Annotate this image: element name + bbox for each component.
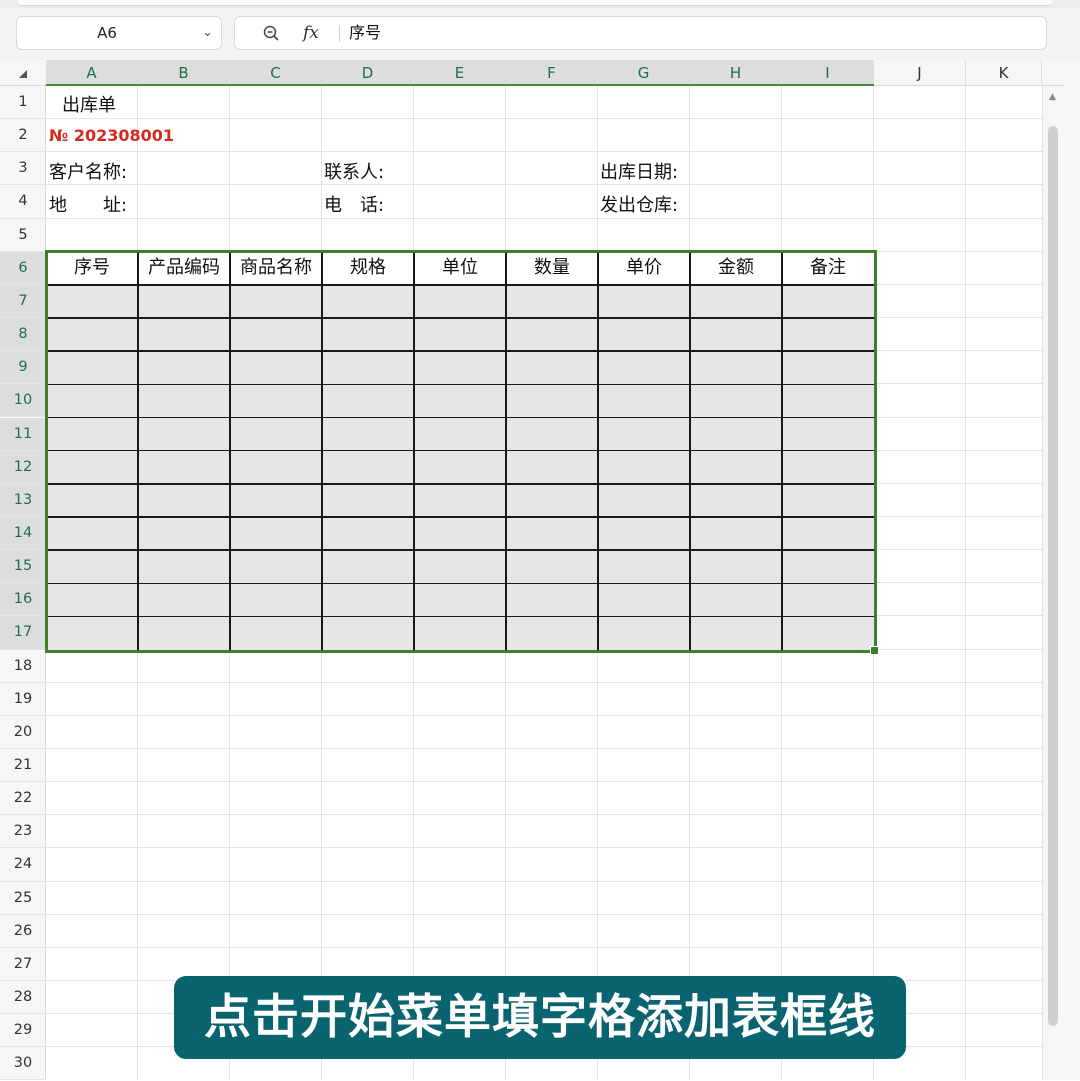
row-header-24[interactable]: 24 bbox=[0, 848, 46, 882]
grid-row-line bbox=[46, 913, 1042, 915]
column-header-i[interactable]: I bbox=[782, 60, 874, 86]
row-header-21[interactable]: 21 bbox=[0, 749, 46, 783]
scrollbar-thumb[interactable] bbox=[1048, 126, 1058, 1026]
row-header-5[interactable]: 5 bbox=[0, 219, 46, 252]
row-header-17[interactable]: 17 bbox=[0, 616, 46, 650]
column-header-d[interactable]: D bbox=[322, 60, 414, 86]
row-header-4[interactable]: 4 bbox=[0, 185, 46, 219]
column-header-g[interactable]: G bbox=[598, 60, 690, 86]
row-header-30[interactable]: 30 bbox=[0, 1047, 46, 1081]
formula-bar: A6 ⌄ fx 序号 bbox=[0, 8, 1080, 60]
grid-row-line bbox=[46, 814, 1042, 816]
row-header-25[interactable]: 25 bbox=[0, 882, 46, 915]
grid-row-line bbox=[46, 880, 1042, 882]
row-header-16[interactable]: 16 bbox=[0, 583, 46, 617]
row-header-15[interactable]: 15 bbox=[0, 550, 46, 584]
row-header-12[interactable]: 12 bbox=[0, 450, 46, 484]
grid-row-line bbox=[46, 151, 1042, 153]
grid-row-line bbox=[46, 217, 1042, 219]
cell-contact[interactable]: 联系人: bbox=[324, 158, 384, 184]
formula-input-box[interactable]: fx 序号 bbox=[234, 16, 1047, 50]
grid-row-line bbox=[46, 781, 1042, 783]
row-header-27[interactable]: 27 bbox=[0, 948, 46, 982]
grid-row-line bbox=[46, 946, 1042, 948]
grid-row-line bbox=[46, 714, 1042, 716]
row-header-20[interactable]: 20 bbox=[0, 716, 46, 749]
row-header-26[interactable]: 26 bbox=[0, 915, 46, 948]
row-header-13[interactable]: 13 bbox=[0, 483, 46, 517]
name-box[interactable]: A6 ⌄ bbox=[16, 16, 222, 50]
grid-row-line bbox=[46, 748, 1042, 749]
grid-row-line bbox=[46, 118, 1042, 120]
formula-content[interactable]: 序号 bbox=[349, 17, 381, 49]
row-header-1[interactable]: 1 bbox=[0, 86, 46, 120]
zoom-out-icon[interactable] bbox=[263, 25, 279, 41]
row-header-2[interactable]: 2 bbox=[0, 119, 46, 153]
grid-row-line bbox=[46, 681, 1042, 683]
row-header-7[interactable]: 7 bbox=[0, 284, 46, 319]
column-header-j[interactable]: J bbox=[874, 60, 966, 86]
name-box-value: A6 bbox=[97, 24, 117, 42]
row-header-29[interactable]: 29 bbox=[0, 1014, 46, 1048]
fill-handle[interactable] bbox=[870, 646, 879, 655]
row-header-6[interactable]: 6 bbox=[0, 251, 46, 285]
window-top-edge bbox=[0, 0, 1080, 8]
row-header-10[interactable]: 10 bbox=[0, 384, 46, 418]
row-header-9[interactable]: 9 bbox=[0, 351, 46, 385]
scroll-up-icon[interactable]: ▲ bbox=[1049, 92, 1056, 102]
cell-phone[interactable]: 电 话: bbox=[324, 191, 384, 217]
cell-ship-date[interactable]: 出库日期: bbox=[600, 158, 678, 184]
column-header-f[interactable]: F bbox=[506, 60, 598, 86]
row-header-11[interactable]: 11 bbox=[0, 417, 46, 451]
cell-title[interactable]: 出库单 bbox=[62, 91, 116, 117]
row-header-19[interactable]: 19 bbox=[0, 683, 46, 716]
selection-frame bbox=[45, 250, 877, 653]
shipment-table[interactable]: 序号 产品编码 商品名称 规格 单位 数量 单价 金额 备注 bbox=[45, 250, 877, 653]
cell-address[interactable]: 地 址: bbox=[49, 191, 127, 217]
column-header-a[interactable]: A bbox=[46, 60, 138, 86]
chevron-down-icon[interactable]: ⌄ bbox=[202, 17, 213, 49]
grid-row-line bbox=[46, 847, 1042, 849]
row-header-14[interactable]: 14 bbox=[0, 516, 46, 551]
formula-separator bbox=[339, 25, 340, 42]
row-header-18[interactable]: 18 bbox=[0, 650, 46, 683]
column-header-c[interactable]: C bbox=[230, 60, 322, 86]
video-caption: 点击开始菜单填字格添加表框线 bbox=[174, 976, 906, 1059]
row-header-8[interactable]: 8 bbox=[0, 318, 46, 352]
right-margin bbox=[1064, 60, 1080, 1080]
row-header-3[interactable]: 3 bbox=[0, 152, 46, 186]
vertical-scrollbar[interactable]: ▲ bbox=[1042, 86, 1064, 1080]
row-header-28[interactable]: 28 bbox=[0, 981, 46, 1015]
column-header-b[interactable]: B bbox=[138, 60, 230, 86]
row-header-22[interactable]: 22 bbox=[0, 782, 46, 816]
column-header-h[interactable]: H bbox=[690, 60, 782, 86]
select-all-icon bbox=[19, 70, 27, 78]
column-header-k[interactable]: K bbox=[966, 60, 1042, 86]
row-header-23[interactable]: 23 bbox=[0, 815, 46, 849]
column-header-e[interactable]: E bbox=[414, 60, 506, 86]
cell-doc-number[interactable]: № 202308001 bbox=[49, 126, 174, 145]
grid-row-line bbox=[46, 184, 1042, 186]
select-all-corner[interactable] bbox=[0, 60, 46, 86]
cell-warehouse[interactable]: 发出仓库: bbox=[600, 191, 678, 217]
cell-customer-name[interactable]: 客户名称: bbox=[49, 158, 127, 184]
function-icon[interactable]: fx bbox=[303, 17, 319, 49]
